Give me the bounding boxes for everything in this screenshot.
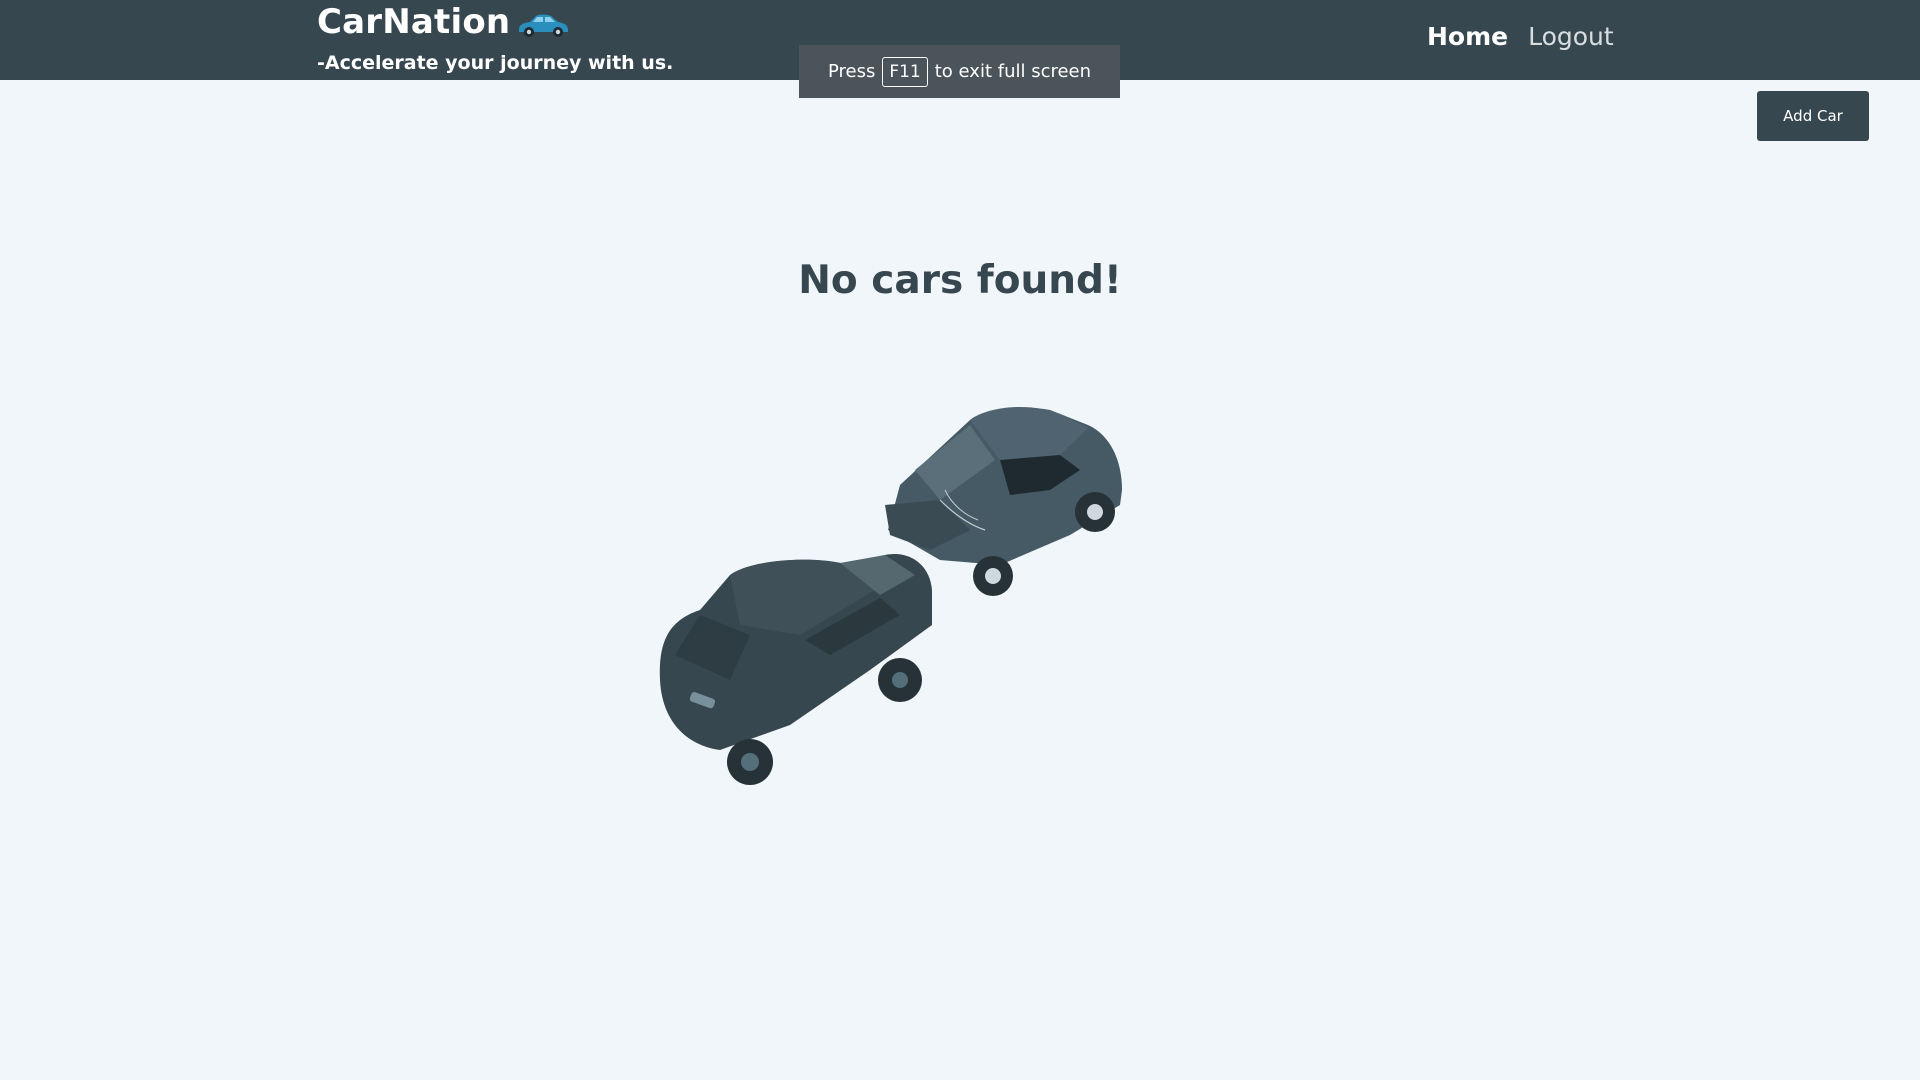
nav-home-link[interactable]: Home — [1427, 22, 1508, 51]
add-car-button[interactable]: Add Car — [1757, 91, 1869, 141]
fullscreen-exit-toast: Press F11 to exit full screen — [799, 45, 1120, 98]
nav-links: Home Logout — [1427, 22, 1614, 51]
toast-text-after: to exit full screen — [934, 61, 1092, 82]
empty-state-message: No cars found! — [798, 258, 1122, 303]
toast-text-before: Press — [827, 61, 876, 82]
car-crash-illustration — [659, 406, 1122, 785]
car-icon — [519, 14, 569, 37]
nav-logout-link[interactable]: Logout — [1528, 22, 1614, 51]
brand[interactable]: CarNation — [317, 2, 570, 42]
tagline: -Accelerate your journey with us. — [317, 52, 674, 74]
front-car — [659, 554, 932, 785]
brand-name: CarNation — [317, 2, 511, 42]
f11-key: F11 — [882, 56, 928, 87]
